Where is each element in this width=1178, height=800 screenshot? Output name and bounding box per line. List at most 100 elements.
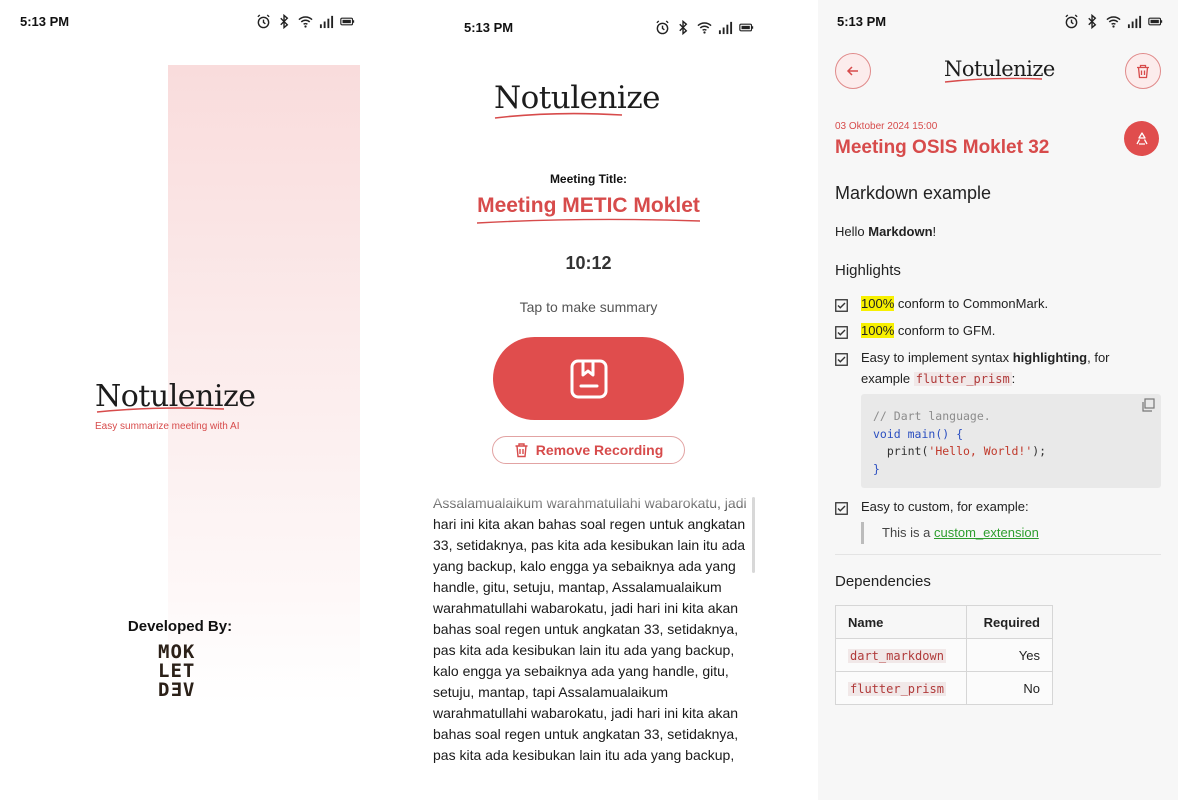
logo-underline-swoosh bbox=[944, 77, 1043, 83]
meeting-title-underline bbox=[476, 218, 701, 224]
table-row: dart_markdown Yes bbox=[835, 638, 1053, 672]
highlighted-text: 100% bbox=[861, 323, 895, 338]
signal-icon bbox=[319, 15, 334, 28]
table-cell: Yes bbox=[966, 638, 1053, 672]
transcript-scrollbar[interactable] bbox=[752, 497, 755, 573]
code-keyword: void bbox=[873, 426, 901, 441]
back-button[interactable] bbox=[835, 53, 871, 89]
remove-recording-button[interactable]: Remove Recording bbox=[492, 436, 685, 464]
tap-hint: Tap to make summary bbox=[519, 299, 658, 315]
code-text: ); bbox=[1032, 444, 1047, 458]
trash-icon bbox=[515, 443, 528, 458]
paragraph-text: Hello bbox=[835, 224, 869, 239]
trash-icon bbox=[1137, 64, 1149, 78]
package-name: dart_markdown bbox=[848, 648, 946, 663]
task-list-item: Easy to custom, for example: bbox=[835, 496, 1155, 521]
list-text: : bbox=[1011, 371, 1016, 386]
package-name: flutter_prism bbox=[848, 681, 946, 696]
status-time: 5:13 PM bbox=[837, 13, 887, 29]
summarize-button[interactable] bbox=[493, 337, 684, 420]
recording-timer: 10:12 bbox=[565, 253, 612, 273]
code-line: void main() { bbox=[873, 426, 1149, 444]
custom-extension-link[interactable]: custom_extension bbox=[934, 525, 1039, 540]
blockquote: This is a custom_extension bbox=[861, 522, 1039, 544]
remove-recording-label: Remove Recording bbox=[535, 442, 664, 458]
quote-text: This is a bbox=[882, 525, 935, 540]
checkbox-checked-icon[interactable] bbox=[835, 326, 848, 339]
table-cell: No bbox=[966, 671, 1053, 705]
share-button[interactable] bbox=[1124, 121, 1159, 156]
code-line: } bbox=[873, 461, 880, 476]
checkbox-checked-icon[interactable] bbox=[835, 353, 848, 366]
alarm-icon bbox=[257, 13, 270, 28]
transcript-fade bbox=[422, 490, 752, 516]
code-line: // Dart language. bbox=[873, 409, 991, 423]
markdown-heading-3: Dependencies bbox=[835, 573, 931, 590]
logo-underline-swoosh bbox=[96, 407, 225, 413]
status-time: 5:13 PM bbox=[20, 13, 70, 29]
app-tagline: Easy summarize meeting with AI bbox=[95, 421, 240, 432]
code-string: 'Hello, World!' bbox=[928, 444, 1033, 458]
wifi-icon bbox=[298, 15, 313, 28]
transcript-text: Assalamualaikum warahmatullahi wabarokat… bbox=[433, 495, 747, 763]
bluetooth-icon bbox=[280, 13, 289, 29]
wifi-icon bbox=[1106, 15, 1121, 28]
recycle-icon bbox=[1135, 131, 1148, 145]
copy-icon[interactable] bbox=[1141, 398, 1155, 412]
alarm-icon bbox=[1065, 13, 1078, 28]
bluetooth-icon bbox=[1088, 13, 1097, 29]
signal-icon bbox=[718, 21, 733, 34]
task-list-item: 100% conform to GFM. bbox=[835, 320, 1155, 345]
dependencies-table: Name Required dart_markdown Yes flutter_… bbox=[835, 605, 1053, 705]
summary-detail-screen: 5:13 PM Notulenize 03 Oktober 2024 15:00… bbox=[818, 0, 1178, 800]
wifi-icon bbox=[697, 21, 712, 34]
highlighted-text: 100% bbox=[861, 296, 895, 311]
recording-screen: 5:13 PM Notulenize Meeting Title: Meetin… bbox=[392, 0, 785, 800]
dev-logo-line: DƎV bbox=[158, 679, 196, 701]
list-text: conform to GFM. bbox=[894, 323, 996, 338]
moklet-dev-logo: MOK LET DƎV bbox=[158, 643, 195, 700]
markdown-heading-2: Highlights bbox=[835, 262, 901, 279]
battery-icon bbox=[1148, 17, 1163, 25]
list-text: Easy to implement syntax bbox=[861, 350, 1013, 365]
table-header-row: Name Required bbox=[835, 605, 1053, 639]
splash-screen: 5:13 PM Notulenize Easy summarize meetin… bbox=[0, 0, 392, 800]
paragraph-text: ! bbox=[932, 224, 937, 239]
battery-icon bbox=[739, 23, 754, 31]
task-list-item: 100% conform to CommonMark. bbox=[835, 293, 1155, 318]
status-time: 5:13 PM bbox=[464, 19, 514, 35]
divider bbox=[835, 554, 1161, 555]
table-cell: flutter_prism bbox=[835, 671, 967, 705]
meeting-title: Meeting OSIS Moklet 32 bbox=[835, 137, 1050, 158]
delete-button[interactable] bbox=[1125, 53, 1161, 89]
markdown-paragraph: Hello Markdown! bbox=[835, 224, 936, 239]
task-list-item: Easy to implement syntax highlighting, f… bbox=[835, 347, 1155, 390]
code-text: main() { bbox=[900, 426, 964, 441]
code-text: print( bbox=[873, 444, 929, 458]
paragraph-bold: Markdown bbox=[868, 224, 933, 239]
code-block: // Dart language. void main() { print('H… bbox=[861, 394, 1161, 488]
code-line: print('Hello, World!'); bbox=[873, 443, 1149, 461]
alarm-icon bbox=[656, 19, 669, 34]
meeting-title-label: Meeting Title: bbox=[549, 172, 628, 186]
status-bar: 5:13 PM bbox=[0, 9, 355, 33]
arrow-left-icon bbox=[846, 66, 858, 76]
checkbox-checked-icon[interactable] bbox=[835, 299, 848, 312]
inline-code: flutter_prism bbox=[913, 372, 1012, 386]
status-bar: 5:13 PM bbox=[818, 9, 1163, 33]
meeting-title[interactable]: Meeting METIC Moklet bbox=[392, 194, 785, 218]
list-bold: highlighting bbox=[1012, 350, 1088, 365]
checkbox-checked-icon[interactable] bbox=[835, 502, 848, 515]
developed-by-label: Developed By: bbox=[127, 618, 233, 635]
signal-icon bbox=[1127, 15, 1142, 28]
bluetooth-icon bbox=[679, 19, 688, 35]
bookmark-document-icon bbox=[570, 359, 607, 398]
logo-underline-swoosh bbox=[494, 112, 623, 119]
table-header-cell: Required bbox=[966, 605, 1053, 639]
status-bar: 5:13 PM bbox=[392, 15, 754, 39]
table-header-cell: Name bbox=[835, 605, 967, 639]
table-row: flutter_prism No bbox=[835, 671, 1053, 705]
list-text: conform to CommonMark. bbox=[894, 296, 1049, 311]
meeting-date: 03 Oktober 2024 15:00 bbox=[835, 121, 938, 132]
battery-icon bbox=[340, 17, 355, 25]
